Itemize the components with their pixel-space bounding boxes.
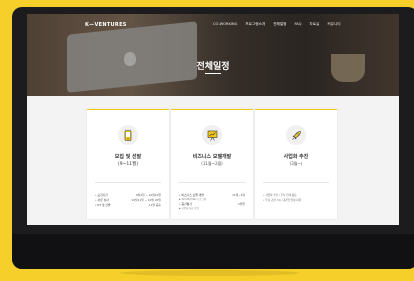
brand-logo[interactable]: K—VENTURES <box>85 22 127 28</box>
card-detail-list: • 사업화 추진 / 투자 연계 활동 • 투자 기관, VC, 대기업 연계 … <box>263 193 329 203</box>
monitor-shadow <box>120 270 300 276</box>
mobile-document-icon <box>118 125 138 145</box>
card-divider <box>263 182 329 183</box>
card-divider <box>179 182 245 183</box>
menu-item-archive[interactable]: 자료실 <box>309 22 319 27</box>
main-menu: CO-WORKING 프로그램소개 전체일정 FAQ 자료실 커뮤니티 <box>213 22 341 27</box>
card-detail-list: • 모집기간 9월4일 ~ 10월10일 • 서류 심사 10월11일 ~ 10… <box>95 193 161 209</box>
menu-item-faq[interactable]: FAQ <box>294 22 301 27</box>
card-business-model: 비즈니스 모델개발 (11월~2월) • 비즈니스 모델 개발 11월~2월 ▶… <box>171 109 253 219</box>
detail-value: 11월 중순 <box>148 203 161 208</box>
page-title: 전체일정 <box>196 62 230 72</box>
card-commercialization: 사업화 추진 (3월~) • 사업화 추진 / 투자 연계 활동 • 투자 기관… <box>255 109 337 219</box>
top-navigation: K—VENTURES CO-WORKING 프로그램소개 전체일정 FAQ 자료… <box>27 14 399 36</box>
monitor-chin <box>12 234 414 269</box>
detail-value: 2월말 <box>238 202 245 207</box>
website-screen: K—VENTURES CO-WORKING 프로그램소개 전체일정 FAQ 자료… <box>27 14 399 225</box>
card-period: (3월~) <box>289 161 303 166</box>
card-period: (9~11월) <box>117 162 138 167</box>
detail-note: • 투자 기관, VC, 대기업 연계 지원 <box>263 199 301 202</box>
detail-label: • PT 및 선발 <box>95 203 111 208</box>
presentation-board-icon <box>202 125 222 145</box>
menu-item-community[interactable]: 커뮤니티 <box>327 22 340 27</box>
detail-subnote: ▶ 사업화 자금 지원 <box>179 207 199 211</box>
card-divider <box>95 182 161 183</box>
card-detail-list: • 비즈니스 모델 개발 11월~2월 ▶ INCUBATING 프로그램 • … <box>179 193 245 211</box>
title-underline <box>205 73 221 74</box>
menu-item-coworking[interactable]: CO-WORKING <box>213 22 237 27</box>
hero-banner: K—VENTURES CO-WORKING 프로그램소개 전체일정 FAQ 자료… <box>27 14 399 96</box>
menu-item-program[interactable]: 프로그램소개 <box>245 22 265 27</box>
menu-item-schedule[interactable]: 전체일정 <box>273 22 286 27</box>
detail-value: 11월~2월 <box>232 193 245 197</box>
detail-row: • PT 및 선발 11월 중순 <box>95 203 161 208</box>
rocket-icon <box>286 125 306 145</box>
card-recruitment: 모집 및 선발 (9~11월) • 모집기간 9월4일 ~ 10월10일 • 서… <box>87 109 169 219</box>
schedule-cards: 모집 및 선발 (9~11월) • 모집기간 9월4일 ~ 10월10일 • 서… <box>87 109 337 219</box>
card-title: 사업화 추진 <box>283 154 309 160</box>
card-title: 모집 및 선발 <box>114 154 142 160</box>
card-title: 비즈니스 모델개발 <box>192 154 232 160</box>
card-period: (11월~2월) <box>201 161 223 166</box>
